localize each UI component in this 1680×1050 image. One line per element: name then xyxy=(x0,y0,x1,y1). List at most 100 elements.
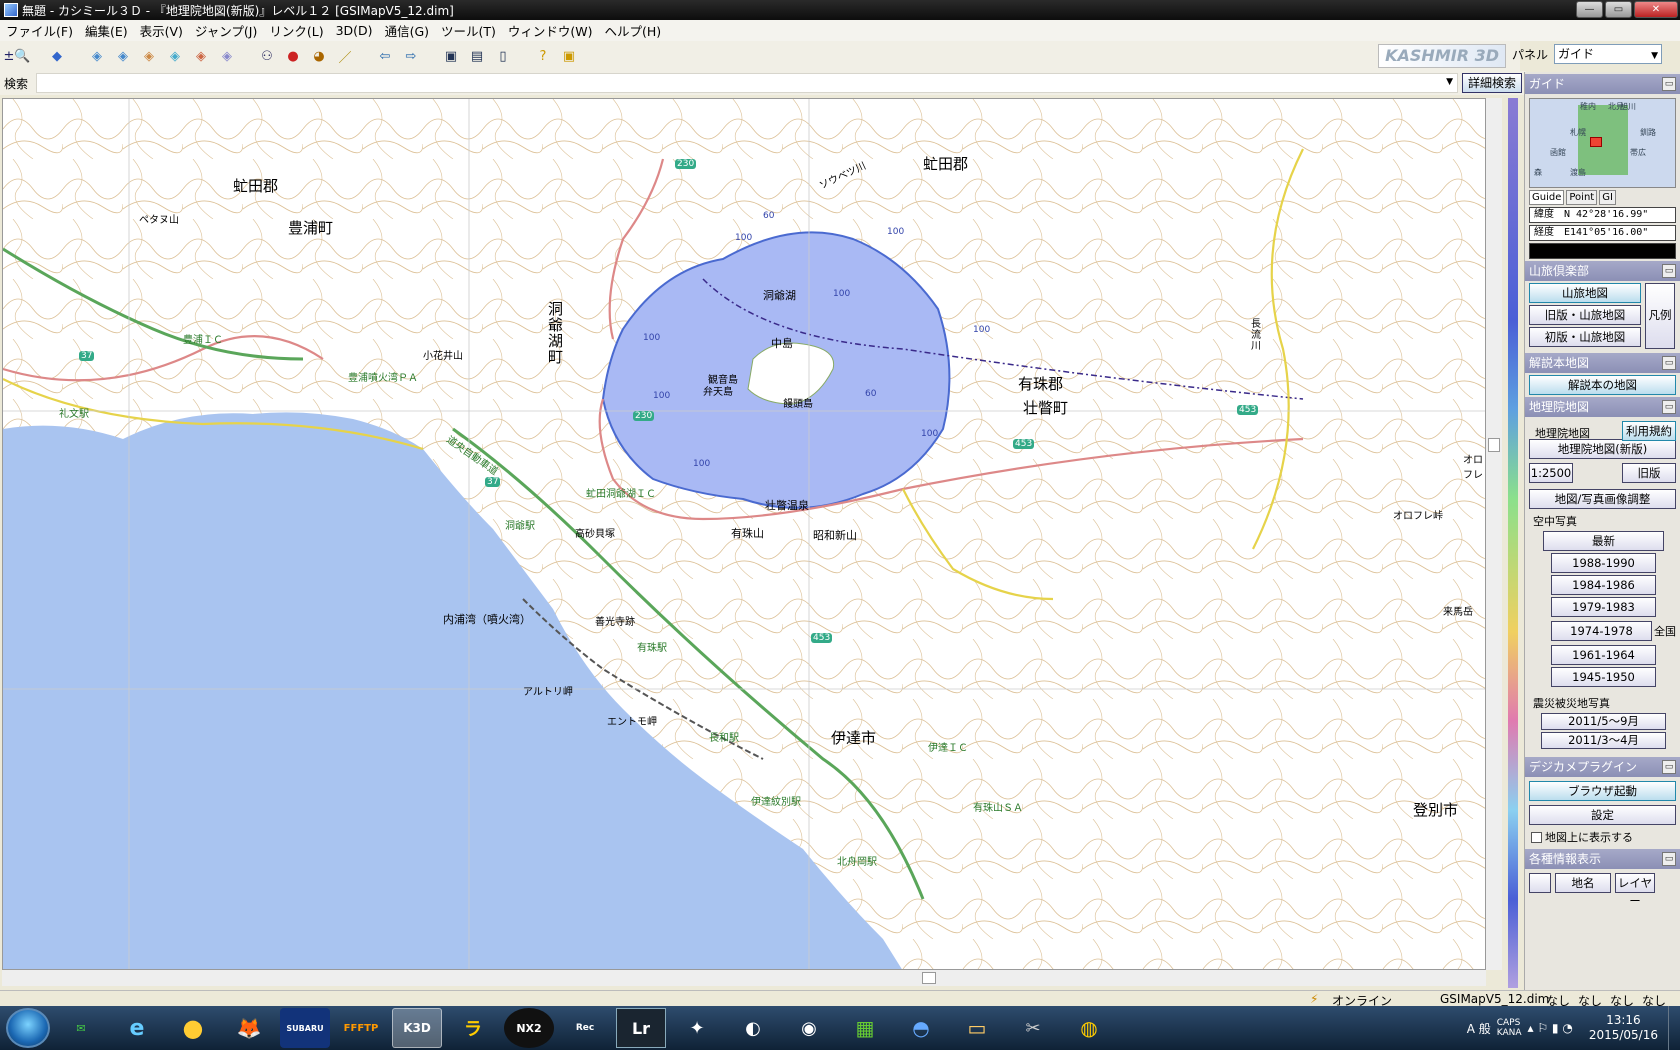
aerial-year-button[interactable]: 1979-1983 xyxy=(1551,597,1656,617)
taskbar-app-kashmir[interactable]: K3D xyxy=(392,1008,442,1048)
show-on-map-checkbox[interactable] xyxy=(1531,831,1542,843)
exit-icon[interactable]: ▣ xyxy=(558,45,580,67)
close-button[interactable]: ✕ xyxy=(1634,1,1678,18)
menu-tools[interactable]: ツール(T) xyxy=(435,21,502,40)
tab-guide[interactable]: Guide xyxy=(1529,190,1565,205)
taskbar-app-earth[interactable]: ◍ xyxy=(1064,1008,1114,1048)
collapse-icon[interactable]: ▭ xyxy=(1662,760,1676,774)
show-desktop-button[interactable] xyxy=(1668,1006,1680,1050)
quake-photo-button[interactable]: 2011/3～4月 xyxy=(1541,732,1666,749)
taskbar-app-nx2[interactable]: NX2 xyxy=(504,1008,554,1048)
digicam-header[interactable]: デジカメプラグイン ▭ xyxy=(1525,757,1680,777)
browser-launch-button[interactable]: ブラウザ起動 xyxy=(1529,781,1676,801)
detail-search-button[interactable]: 詳細検索 xyxy=(1461,73,1522,93)
first-sanryo-map-button[interactable]: 初版・山旅地図 xyxy=(1529,327,1641,347)
gsi-new-map-button[interactable]: 地理院地図(新版) xyxy=(1529,439,1676,459)
legend-button[interactable]: 凡例 xyxy=(1645,283,1675,349)
search-input[interactable] xyxy=(36,73,1458,93)
menu-edit[interactable]: 編集(E) xyxy=(79,21,134,40)
tab-point[interactable]: Point xyxy=(1566,190,1598,205)
panel-dropdown[interactable]: ガイド xyxy=(1554,44,1663,65)
ruler-icon[interactable]: ／ xyxy=(334,45,356,67)
ime-indicator[interactable]: A 般 xyxy=(1467,1020,1491,1037)
map-layer4-icon[interactable]: ◈ xyxy=(164,45,186,67)
info-blank-button[interactable] xyxy=(1529,873,1551,893)
menu-jump[interactable]: ジャンプ(J) xyxy=(189,21,263,40)
binoculars-icon[interactable]: ⚇ xyxy=(256,45,278,67)
menu-link[interactable]: リンク(L) xyxy=(263,21,329,40)
aerial-year-button[interactable]: 1945-1950 xyxy=(1551,667,1656,687)
map-vertical-scrollbar[interactable] xyxy=(1486,98,1502,970)
film-icon[interactable]: ▤ xyxy=(466,45,488,67)
aerial-latest-button[interactable]: 最新 xyxy=(1543,531,1664,551)
menu-window[interactable]: ウィンドウ(W) xyxy=(502,21,599,40)
layer-button[interactable]: レイヤー xyxy=(1615,873,1655,908)
quake-photo-button[interactable]: 2011/5～9月 xyxy=(1541,713,1666,730)
clock[interactable]: 13:16 2015/05/16 xyxy=(1589,1013,1658,1043)
taskbar-app-green[interactable]: ▦ xyxy=(840,1008,890,1048)
menu-3d[interactable]: 3D(D) xyxy=(330,23,379,38)
camera-icon[interactable]: ▣ xyxy=(440,45,462,67)
settings-button[interactable]: 設定 xyxy=(1529,805,1676,825)
sanryo-header[interactable]: 山旅倶楽部 ▭ xyxy=(1525,261,1680,281)
kaisetsu-header[interactable]: 解説本地図 ▭ xyxy=(1525,353,1680,373)
taskbar-app-color[interactable]: ◐ xyxy=(728,1008,778,1048)
scale-2500-button[interactable]: 1:2500 xyxy=(1529,463,1573,483)
menu-help[interactable]: ヘルプ(H) xyxy=(599,21,668,40)
map-layer3-icon[interactable]: ◈ xyxy=(138,45,160,67)
taskbar-app-rocket[interactable]: ラ xyxy=(448,1008,498,1048)
taskbar-app-mail[interactable]: ✉ xyxy=(56,1008,106,1048)
taskbar-app-photo[interactable]: ✦ xyxy=(672,1008,722,1048)
menu-view[interactable]: 表示(V) xyxy=(134,21,189,40)
aerial-year-button[interactable]: 1961-1964 xyxy=(1551,645,1656,665)
image-adjust-button[interactable]: 地図/写真画像調整 xyxy=(1529,489,1676,509)
aerial-year-button[interactable]: 1974-1978 xyxy=(1551,621,1652,641)
info-header[interactable]: 各種情報表示 ▭ xyxy=(1525,849,1680,869)
taskbar-app-subaru[interactable]: SUBARU xyxy=(280,1008,330,1048)
taskbar-app-tool[interactable]: ✂ xyxy=(1008,1008,1058,1048)
menu-file[interactable]: ファイル(F) xyxy=(0,21,79,40)
collapse-icon[interactable]: ▭ xyxy=(1662,77,1676,91)
kaisetsu-map-button[interactable]: 解説本の地図 xyxy=(1529,375,1676,395)
map-layer6-icon[interactable]: ◈ xyxy=(216,45,238,67)
marker-icon[interactable]: ● xyxy=(282,45,304,67)
guide-minimap[interactable]: 稚内 北見 旭川 釧路 札幌 函館 帯広 森 渡島 xyxy=(1529,98,1676,188)
gps-icon[interactable]: ▯ xyxy=(492,45,514,67)
map-layer5-icon[interactable]: ◈ xyxy=(190,45,212,67)
forward-icon[interactable]: ⇨ xyxy=(400,45,422,67)
camera-point-icon[interactable]: ◕ xyxy=(308,45,330,67)
aerial-year-button[interactable]: 1988-1990 xyxy=(1551,553,1656,573)
taskbar-app-chrome[interactable]: ● xyxy=(168,1008,218,1048)
back-icon[interactable]: ⇦ xyxy=(374,45,396,67)
aerial-year-button[interactable]: 1984-1986 xyxy=(1551,575,1656,595)
tray-icons[interactable]: ▴ ⚐ ▮ ◔ xyxy=(1528,1021,1573,1035)
menu-comm[interactable]: 通信(G) xyxy=(379,21,435,40)
place-name-button[interactable]: 地名 xyxy=(1555,873,1611,893)
collapse-icon[interactable]: ▭ xyxy=(1662,356,1676,370)
collapse-icon[interactable]: ▭ xyxy=(1662,852,1676,866)
old-sanryo-map-button[interactable]: 旧版・山旅地図 xyxy=(1529,305,1641,325)
map-horizontal-scrollbar[interactable] xyxy=(2,970,1486,986)
terms-button[interactable]: 利用規約 xyxy=(1622,421,1676,441)
minimize-button[interactable]: — xyxy=(1576,1,1603,18)
gsi-header[interactable]: 地理院地図 ▭ xyxy=(1525,397,1680,417)
sanryo-map-button[interactable]: 山旅地図 xyxy=(1529,283,1641,303)
help-icon[interactable]: ? xyxy=(532,45,554,67)
taskbar-app-recorder[interactable]: Rec xyxy=(560,1008,610,1048)
collapse-icon[interactable]: ▭ xyxy=(1662,264,1676,278)
gsi-old-button[interactable]: 旧版 xyxy=(1622,463,1676,483)
maximize-button[interactable]: ▭ xyxy=(1605,1,1632,18)
map-layer-icon[interactable]: ◈ xyxy=(86,45,108,67)
taskbar-app-folder[interactable]: ▭ xyxy=(952,1008,1002,1048)
map-layer2-icon[interactable]: ◈ xyxy=(112,45,134,67)
collapse-icon[interactable]: ▭ xyxy=(1662,400,1676,414)
taskbar-app-eye[interactable]: ◉ xyxy=(784,1008,834,1048)
tab-gi[interactable]: GI xyxy=(1599,190,1616,205)
taskbar-app-ffftp[interactable]: FFFTP xyxy=(336,1008,386,1048)
start-button[interactable] xyxy=(6,1008,50,1048)
taskbar-app-lightroom[interactable]: Lr xyxy=(616,1008,666,1048)
taskbar-app-firefox[interactable]: 🦊 xyxy=(224,1008,274,1048)
guide-header[interactable]: ガイド ▭ xyxy=(1525,74,1680,94)
taskbar-app-globe[interactable]: ◓ xyxy=(896,1008,946,1048)
layer-icon[interactable]: ◆ xyxy=(46,45,68,67)
